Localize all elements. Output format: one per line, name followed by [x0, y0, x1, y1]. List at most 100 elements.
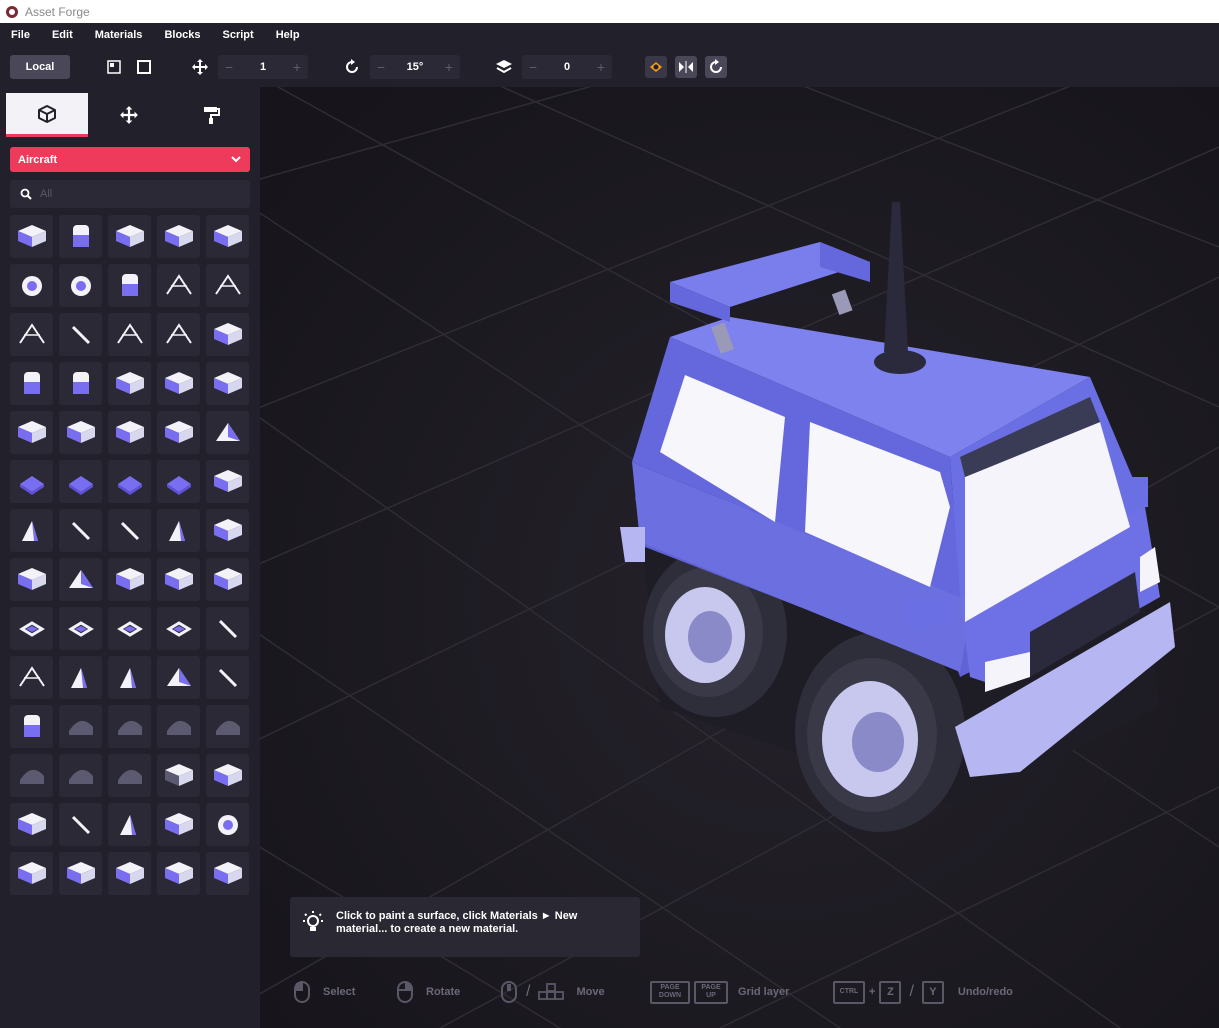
grid-step-stepper[interactable]: − 1 +: [218, 55, 308, 79]
block-item[interactable]: [59, 509, 102, 552]
block-item[interactable]: [206, 803, 249, 846]
block-item[interactable]: [157, 705, 200, 748]
block-item[interactable]: [157, 313, 200, 356]
block-item[interactable]: [108, 852, 151, 895]
layer-minus[interactable]: −: [522, 59, 544, 75]
reset-view-button[interactable]: [705, 56, 727, 78]
block-item[interactable]: [10, 509, 53, 552]
block-item[interactable]: [59, 705, 102, 748]
block-item[interactable]: [157, 656, 200, 699]
block-item[interactable]: [10, 362, 53, 405]
block-item[interactable]: [59, 803, 102, 846]
block-item[interactable]: [59, 313, 102, 356]
block-item[interactable]: [206, 215, 249, 258]
block-item[interactable]: [157, 411, 200, 454]
tab-transform[interactable]: [88, 93, 170, 137]
block-item[interactable]: [108, 362, 151, 405]
rotation-step-stepper[interactable]: − 15° +: [370, 55, 460, 79]
block-item[interactable]: [59, 656, 102, 699]
mirror-button[interactable]: [675, 56, 697, 78]
category-dropdown[interactable]: Aircraft: [10, 147, 250, 172]
grid-step-plus[interactable]: +: [286, 59, 308, 75]
block-item[interactable]: [108, 509, 151, 552]
tab-blocks[interactable]: [6, 93, 88, 137]
block-item[interactable]: [157, 558, 200, 601]
block-item[interactable]: [108, 705, 151, 748]
block-item[interactable]: [108, 656, 151, 699]
block-item[interactable]: [206, 460, 249, 503]
block-item[interactable]: [206, 656, 249, 699]
block-item[interactable]: [108, 754, 151, 797]
block-item[interactable]: [59, 264, 102, 307]
grid-step-minus[interactable]: −: [218, 59, 240, 75]
block-item[interactable]: [206, 509, 249, 552]
tab-paint[interactable]: [170, 93, 252, 137]
menu-blocks[interactable]: Blocks: [153, 29, 211, 41]
block-item[interactable]: [10, 705, 53, 748]
block-item[interactable]: [157, 362, 200, 405]
block-item[interactable]: [10, 558, 53, 601]
block-item[interactable]: [108, 215, 151, 258]
rotation-step-minus[interactable]: −: [370, 59, 392, 75]
local-space-button[interactable]: Local: [10, 55, 70, 79]
block-item[interactable]: [206, 264, 249, 307]
block-item[interactable]: [206, 754, 249, 797]
block-item[interactable]: [206, 411, 249, 454]
menu-edit[interactable]: Edit: [41, 29, 84, 41]
menu-materials[interactable]: Materials: [84, 29, 154, 41]
block-thumbnail-icon: [213, 763, 242, 786]
block-item[interactable]: [10, 460, 53, 503]
block-item[interactable]: [157, 803, 200, 846]
block-item[interactable]: [10, 215, 53, 258]
menu-script[interactable]: Script: [212, 29, 265, 41]
render-mode-button[interactable]: [645, 56, 667, 78]
block-item[interactable]: [10, 264, 53, 307]
snap-large-button[interactable]: [133, 56, 155, 78]
search-icon: [20, 188, 32, 200]
block-item[interactable]: [59, 411, 102, 454]
block-item[interactable]: [206, 558, 249, 601]
search-input[interactable]: [40, 188, 240, 200]
block-item[interactable]: [157, 607, 200, 650]
block-item[interactable]: [10, 852, 53, 895]
3d-viewport[interactable]: Click to paint a surface, click Material…: [260, 87, 1219, 1028]
block-item[interactable]: [206, 607, 249, 650]
block-item[interactable]: [157, 264, 200, 307]
block-item[interactable]: [206, 705, 249, 748]
block-item[interactable]: [59, 215, 102, 258]
block-item[interactable]: [108, 411, 151, 454]
block-item[interactable]: [157, 852, 200, 895]
block-item[interactable]: [108, 803, 151, 846]
block-item[interactable]: [108, 313, 151, 356]
block-item[interactable]: [10, 411, 53, 454]
block-item[interactable]: [157, 509, 200, 552]
block-item[interactable]: [59, 362, 102, 405]
block-item[interactable]: [10, 656, 53, 699]
layer-plus[interactable]: +: [590, 59, 612, 75]
block-item[interactable]: [157, 754, 200, 797]
layer-stepper[interactable]: − 0 +: [522, 55, 612, 79]
block-item[interactable]: [10, 754, 53, 797]
block-item[interactable]: [108, 264, 151, 307]
block-item[interactable]: [108, 558, 151, 601]
menu-help[interactable]: Help: [265, 29, 311, 41]
block-item[interactable]: [59, 852, 102, 895]
block-item[interactable]: [10, 607, 53, 650]
block-item[interactable]: [59, 754, 102, 797]
block-item[interactable]: [59, 460, 102, 503]
menu-file[interactable]: File: [0, 29, 41, 41]
block-item[interactable]: [59, 607, 102, 650]
snap-small-button[interactable]: [103, 56, 125, 78]
block-item[interactable]: [59, 558, 102, 601]
block-item[interactable]: [108, 460, 151, 503]
block-item[interactable]: [10, 803, 53, 846]
block-item[interactable]: [206, 313, 249, 356]
block-item[interactable]: [10, 313, 53, 356]
block-item[interactable]: [206, 852, 249, 895]
block-item[interactable]: [206, 362, 249, 405]
block-item[interactable]: [157, 215, 200, 258]
rotation-step-plus[interactable]: +: [438, 59, 460, 75]
block-item[interactable]: [157, 460, 200, 503]
block-item[interactable]: [108, 607, 151, 650]
block-thumbnail-icon: [117, 769, 142, 784]
